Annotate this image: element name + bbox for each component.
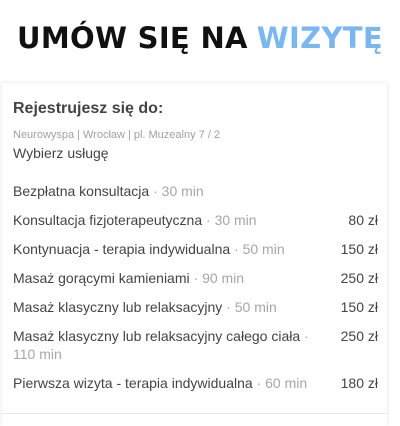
service-item[interactable]: Kontynuacja - terapia indywidualna · 50 … [13,240,387,258]
service-list: Bezpłatna konsultacja · 30 min Konsultac… [13,182,387,392]
divider [2,413,387,414]
service-name: Pierwsza wizyta - terapia indywidualna [13,375,253,391]
breadcrumb-separator: | [127,129,131,141]
service-duration: 90 min [202,270,245,286]
choose-service-label: Wybierz usługę [13,145,109,161]
breadcrumb-address[interactable]: pl. Muzealny 7 / 2 [134,129,220,141]
service-item[interactable]: Konsultacja fizjoterapeutyczna · 30 min … [13,211,387,229]
service-duration: 30 min [161,183,204,199]
service-duration: 50 min [242,241,285,257]
service-name: Bezpłatna konsultacja [13,183,150,199]
service-price: 250 zł [340,328,378,344]
header-title-accent: WIZYTĘ [256,21,383,55]
service-price: 150 zł [340,299,378,315]
card-title: Rejestrujesz się do: [13,100,164,117]
service-duration: 30 min [214,212,257,228]
service-item[interactable]: Masaż klasyczny lub relaksacyjny całego … [13,327,387,363]
booking-card: Rejestrujesz się do: Neurowyspa | Wrocław |… [2,83,387,426]
service-price: 150 zł [340,241,378,257]
breadcrumb-city[interactable]: Wrocław [83,129,125,141]
service-price: 250 zł [340,270,378,286]
service-name: Konsultacja fizjoterapeutyczna [13,212,203,228]
breadcrumb: Neurowyspa | Wrocław | pl. Muzealny 7 / 2 [13,129,387,141]
service-name: Kontynuacja - terapia indywidualna [13,241,231,257]
service-price: 80 zł [348,212,378,228]
breadcrumb-separator: | [77,129,80,141]
breadcrumb-clinic[interactable]: Neurowyspa [13,129,74,141]
page-header: UMÓW SIĘ NA WIZYTĘ [0,0,400,76]
service-duration: 60 min [265,375,308,391]
service-name: Masaż klasyczny lub relaksacyjny całego … [13,328,301,344]
service-item[interactable]: Masaż klasyczny lub relaksacyjny · 50 mi… [13,298,387,316]
header-title: UMÓW SIĘ NA [17,21,248,55]
service-duration: 50 min [234,299,277,315]
service-name: Masaż gorącymi kamieniami [13,270,190,286]
service-price: 180 zł [340,375,378,391]
service-item[interactable]: Pierwsza wizyta - terapia indywidualna ·… [13,374,387,392]
service-item[interactable]: Bezpłatna konsultacja · 30 min [13,182,387,200]
service-item[interactable]: Masaż gorącymi kamieniami · 90 min 250 z… [13,269,387,287]
service-duration: 110 min [13,346,62,362]
service-name: Masaż klasyczny lub relaksacyjny [13,299,223,315]
